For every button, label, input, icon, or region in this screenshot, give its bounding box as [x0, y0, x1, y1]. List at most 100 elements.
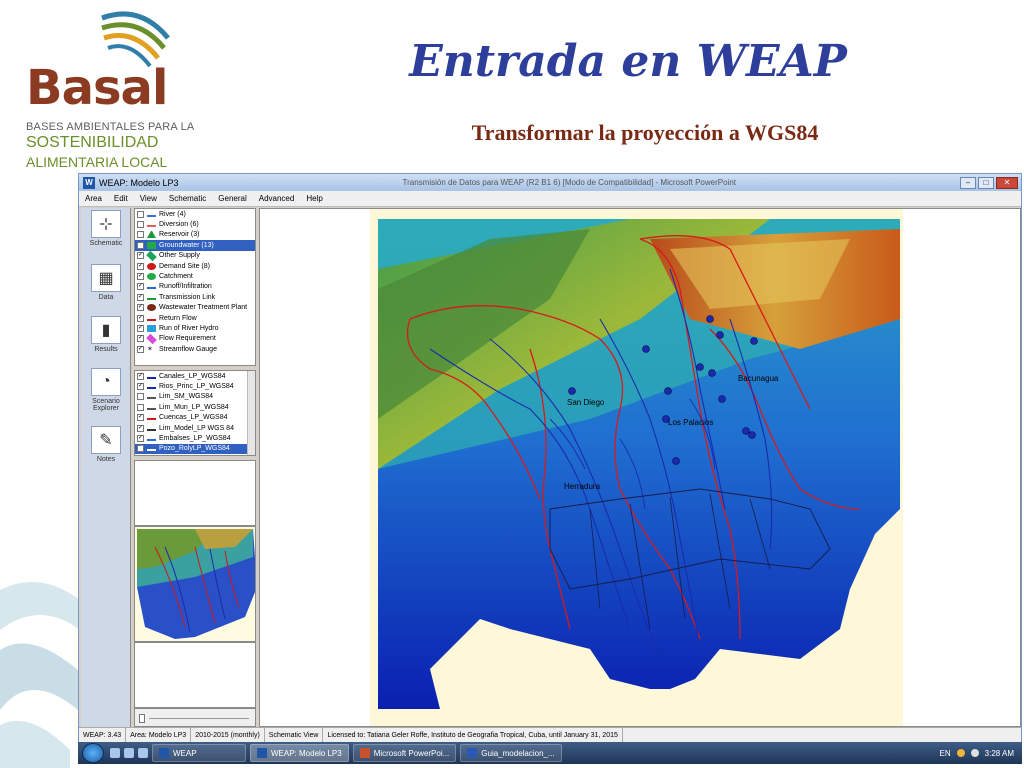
weap-window: W WEAP: Modelo LP3 Transmisión de Datos …: [78, 173, 1022, 743]
zoom-slider[interactable]: [134, 708, 256, 727]
legend-item[interactable]: Groundwater (13): [135, 240, 255, 251]
legend-item[interactable]: ✓ Transmission Link: [135, 292, 255, 302]
line-symbol-icon: [147, 428, 156, 431]
layer-checkbox[interactable]: ✓: [137, 445, 144, 453]
weap-icon: [159, 748, 169, 758]
legend-checkbox[interactable]: [137, 210, 144, 218]
legend-checkbox[interactable]: ✓: [137, 262, 144, 270]
legend-item[interactable]: ✓ ✶ Streamflow Gauge: [135, 344, 255, 354]
layer-checkbox[interactable]: ✓: [137, 372, 144, 380]
legend-checkbox[interactable]: ✓: [137, 324, 144, 332]
legend-item[interactable]: Reservoir (3): [135, 230, 255, 240]
legend-checkbox[interactable]: ✓: [137, 283, 144, 291]
line-symbol-icon: [147, 225, 156, 228]
taskbar-item[interactable]: Guia_modelacion_...: [460, 744, 562, 762]
layer-item[interactable]: Lim_Mun_LP_WGS84: [135, 402, 247, 412]
minimize-button[interactable]: –: [960, 176, 976, 189]
menu-help[interactable]: Help: [306, 194, 322, 203]
legend-checkbox[interactable]: [137, 231, 144, 239]
taskbar-item[interactable]: WEAP: Modelo LP3: [250, 744, 349, 762]
menu-edit[interactable]: Edit: [114, 194, 128, 203]
layer-list-scrollbar[interactable]: [247, 371, 255, 455]
layer-item[interactable]: ✓ Rios_Princ_LP_WGS84: [135, 381, 247, 391]
window-titlebar[interactable]: W WEAP: Modelo LP3 Transmisión de Datos …: [79, 174, 1021, 191]
legend-item[interactable]: ✓ Catchment: [135, 271, 255, 281]
layer-checkbox[interactable]: ✓: [137, 435, 144, 443]
menu-advanced[interactable]: Advanced: [259, 194, 295, 203]
layer-item[interactable]: ✓ Canales_LP_WGS84: [135, 371, 247, 381]
view-data[interactable]: ▦ Data: [81, 264, 131, 301]
legend-checkbox[interactable]: [137, 221, 144, 229]
tray-icon[interactable]: [956, 749, 965, 757]
view-scenario-explorer[interactable]: ◔ Scenario Explorer: [81, 368, 131, 412]
layer-item[interactable]: ✓ Pozo_RolyLP_WGS84: [135, 443, 247, 455]
schematic-canvas[interactable]: San Diego Los Palacios Bacunagua Herradu…: [259, 208, 1021, 727]
menu-view[interactable]: View: [140, 194, 157, 203]
zoom-slider-thumb[interactable]: [139, 714, 145, 723]
layer-checkbox[interactable]: ✓: [137, 424, 144, 432]
view-results[interactable]: ▮ Results: [81, 316, 131, 353]
layer-item[interactable]: ✓ Lim_Model_LP WGS 84: [135, 423, 247, 433]
view-notes[interactable]: ✎ Notes: [81, 426, 131, 463]
logo-tagline-3: ALIMENTARIA LOCAL: [26, 154, 168, 170]
start-button[interactable]: [82, 743, 104, 763]
legend-checkbox[interactable]: ✓: [137, 345, 144, 353]
line-symbol-icon: [147, 376, 156, 379]
square-symbol-icon: [147, 241, 156, 249]
taskbar-item[interactable]: Microsoft PowerPoi...: [352, 744, 457, 762]
taskbar-item-label: Guia_modelacion_...: [481, 748, 555, 758]
maximize-button[interactable]: □: [978, 176, 994, 189]
view-bar: ⊹ Schematic ▦ Data ▮ Results ◔ Scenario Explore…: [81, 208, 131, 727]
legend-checkbox[interactable]: [137, 241, 144, 249]
clock[interactable]: 3:28 AM: [985, 749, 1014, 758]
legend-item[interactable]: ✓ Other Supply: [135, 250, 255, 262]
taskbar-item[interactable]: WEAP: [152, 744, 246, 762]
layer-checkbox[interactable]: ✓: [137, 414, 144, 422]
menu-schematic[interactable]: Schematic: [169, 194, 206, 203]
close-button[interactable]: ✕: [996, 176, 1018, 189]
legend-item[interactable]: ✓ Return Flow: [135, 313, 255, 323]
layer-label: Pozo_RolyLP_WGS84: [159, 445, 230, 453]
layer-checkbox[interactable]: ✓: [137, 383, 144, 391]
legend-label: Run of River Hydro: [159, 324, 219, 332]
layer-item[interactable]: Lim_SM_WGS84: [135, 392, 247, 402]
layer-item[interactable]: ✓ Cuencas_LP_WGS84: [135, 413, 247, 423]
map-label-bacunagua: Bacunagua: [738, 374, 779, 383]
map-area[interactable]: San Diego Los Palacios Bacunagua Herradu…: [370, 209, 903, 726]
layer-checkbox[interactable]: [137, 393, 144, 401]
menu-general[interactable]: General: [218, 194, 246, 203]
legend-checkbox[interactable]: ✓: [137, 252, 144, 260]
overview-blank-bottom: [134, 642, 256, 708]
layer-checkbox[interactable]: [137, 403, 144, 411]
menu-bar: Area Edit View Schematic General Advanced Help: [79, 191, 1021, 207]
diamond-symbol-icon: [146, 250, 157, 262]
legend-item[interactable]: ✓ Flow Requirement: [135, 333, 255, 345]
internet-explorer-icon[interactable]: [124, 748, 134, 758]
legend-checkbox[interactable]: ✓: [137, 273, 144, 281]
legend-item[interactable]: ✓ Demand Site (8): [135, 261, 255, 271]
layer-item[interactable]: ✓ Embalses_LP_WGS84: [135, 433, 247, 443]
language-indicator[interactable]: EN: [940, 749, 951, 758]
taskbar-item-label: WEAP: [173, 748, 197, 758]
circle-symbol-icon: [147, 273, 156, 281]
legend-checkbox[interactable]: ✓: [137, 335, 144, 343]
volume-icon[interactable]: [970, 749, 979, 757]
star-symbol-icon: ✶: [147, 345, 153, 353]
legend-item[interactable]: ✓ Wastewater Treatment Plant: [135, 303, 255, 313]
legend-item[interactable]: ✓ Run of River Hydro: [135, 323, 255, 333]
dashed-line-symbol-icon: [147, 287, 156, 290]
legend-checkbox[interactable]: ✓: [137, 314, 144, 322]
legend-checkbox[interactable]: ✓: [137, 304, 144, 312]
legend-item[interactable]: River (4): [135, 209, 255, 219]
menu-area[interactable]: Area: [85, 194, 102, 203]
layer-label: Embalses_LP_WGS84: [159, 435, 231, 443]
legend-checkbox[interactable]: ✓: [137, 293, 144, 301]
folder-icon[interactable]: [138, 748, 148, 758]
line-symbol-icon: [147, 214, 156, 217]
overview-map[interactable]: [134, 526, 256, 642]
legend-label: Reservoir (3): [159, 231, 200, 239]
view-schematic[interactable]: ⊹ Schematic: [81, 210, 131, 247]
legend-item[interactable]: Diversion (6): [135, 219, 255, 229]
show-desktop-icon[interactable]: [110, 748, 120, 758]
legend-item[interactable]: ✓ Runoff/Infiltration: [135, 282, 255, 292]
